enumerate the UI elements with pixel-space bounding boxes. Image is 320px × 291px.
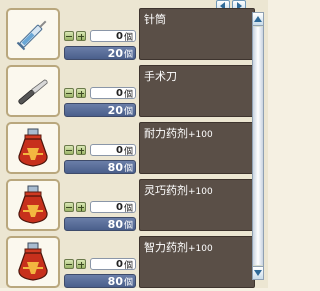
quantity-unit: 個 [123,203,133,214]
item-description: 手术刀 [139,65,255,117]
item-row: 0個 80 個 灵巧药剂+100 [4,177,255,233]
scroll-up-button[interactable] [253,13,263,26]
item-slot[interactable] [6,8,60,60]
item-slot[interactable] [6,179,60,231]
price-display: 80 個 [64,274,136,288]
scroll-thumb[interactable] [253,27,263,265]
item-controls: 0個 20 個 [64,86,136,117]
quantity-value: 0 [116,144,123,156]
price-unit: 個 [123,277,133,288]
item-name: 智力药剂 [144,241,188,254]
price-value: 20 [107,103,123,117]
price-value: 80 [107,274,123,288]
increase-button[interactable] [76,259,86,269]
increase-button[interactable] [76,202,86,212]
potion-icon [18,242,48,281]
quantity-field[interactable]: 0個 [90,30,136,43]
item-row: 0個 80 個 耐力药剂+100 [4,120,255,176]
item-controls: 0個 80 個 [64,200,136,231]
quantity-field[interactable]: 0個 [90,87,136,100]
item-slot[interactable] [6,122,60,174]
item-slot[interactable] [6,236,60,288]
quantity-unit: 個 [123,260,133,271]
item-bonus: +100 [188,244,213,254]
item-row: 0個 20 個 手术刀 [4,63,255,119]
decrease-button[interactable] [64,145,74,155]
quantity-field[interactable]: 0個 [90,201,136,214]
quantity-value: 0 [116,87,123,99]
item-name: 耐力药剂 [144,127,188,140]
potion-icon [18,128,48,167]
item-controls: 0個 80 個 [64,143,136,174]
price-value: 80 [107,160,123,174]
item-slot[interactable] [6,65,60,117]
increase-button[interactable] [76,31,86,41]
syringe-icon [16,20,47,51]
item-controls: 0個 80 個 [64,257,136,288]
price-unit: 個 [123,163,133,174]
price-value: 20 [107,46,123,60]
item-description: 智力药剂+100 [139,236,255,288]
arrow-down-icon [254,270,262,276]
price-display: 20 個 [64,46,136,60]
shop-panel: 0個 20 個 针筒 0 個 20 個 手术刀 0 個 80 個 耐力药剂+10… [0,0,268,288]
scrollbar[interactable] [252,12,264,280]
scalpel-icon [18,79,48,105]
quantity-value: 0 [116,30,123,42]
item-controls: 0個 20 個 [64,29,136,60]
quantity-value: 0 [116,201,123,213]
quantity-unit: 個 [123,89,133,100]
price-value: 80 [107,217,123,231]
item-name: 灵巧药剂 [144,184,188,197]
item-bonus: +100 [188,187,213,197]
decrease-button[interactable] [64,88,74,98]
price-display: 20 個 [64,103,136,117]
item-name: 针筒 [144,13,166,26]
arrow-up-icon [254,16,262,22]
price-unit: 個 [123,49,133,60]
decrease-button[interactable] [64,31,74,41]
price-unit: 個 [123,220,133,231]
price-unit: 個 [123,106,133,117]
item-description: 针筒 [139,8,255,60]
item-list: 0個 20 個 针筒 0 個 20 個 手术刀 0 個 80 個 耐力药剂+10… [4,6,255,291]
price-display: 80 個 [64,217,136,231]
quantity-field[interactable]: 0個 [90,144,136,157]
quantity-unit: 個 [123,32,133,43]
decrease-button[interactable] [64,259,74,269]
quantity-field[interactable]: 0個 [90,258,136,271]
item-description: 灵巧药剂+100 [139,179,255,231]
scroll-down-button[interactable] [253,266,263,279]
item-row: 0個 80 個 智力药剂+100 [4,234,255,290]
decrease-button[interactable] [64,202,74,212]
item-name: 手术刀 [144,70,177,83]
potion-icon [18,185,48,224]
increase-button[interactable] [76,88,86,98]
price-display: 80 個 [64,160,136,174]
item-bonus: +100 [188,130,213,140]
increase-button[interactable] [76,145,86,155]
quantity-value: 0 [116,258,123,270]
item-row: 0個 20 個 针筒 [4,6,255,62]
item-description: 耐力药剂+100 [139,122,255,174]
quantity-unit: 個 [123,146,133,157]
